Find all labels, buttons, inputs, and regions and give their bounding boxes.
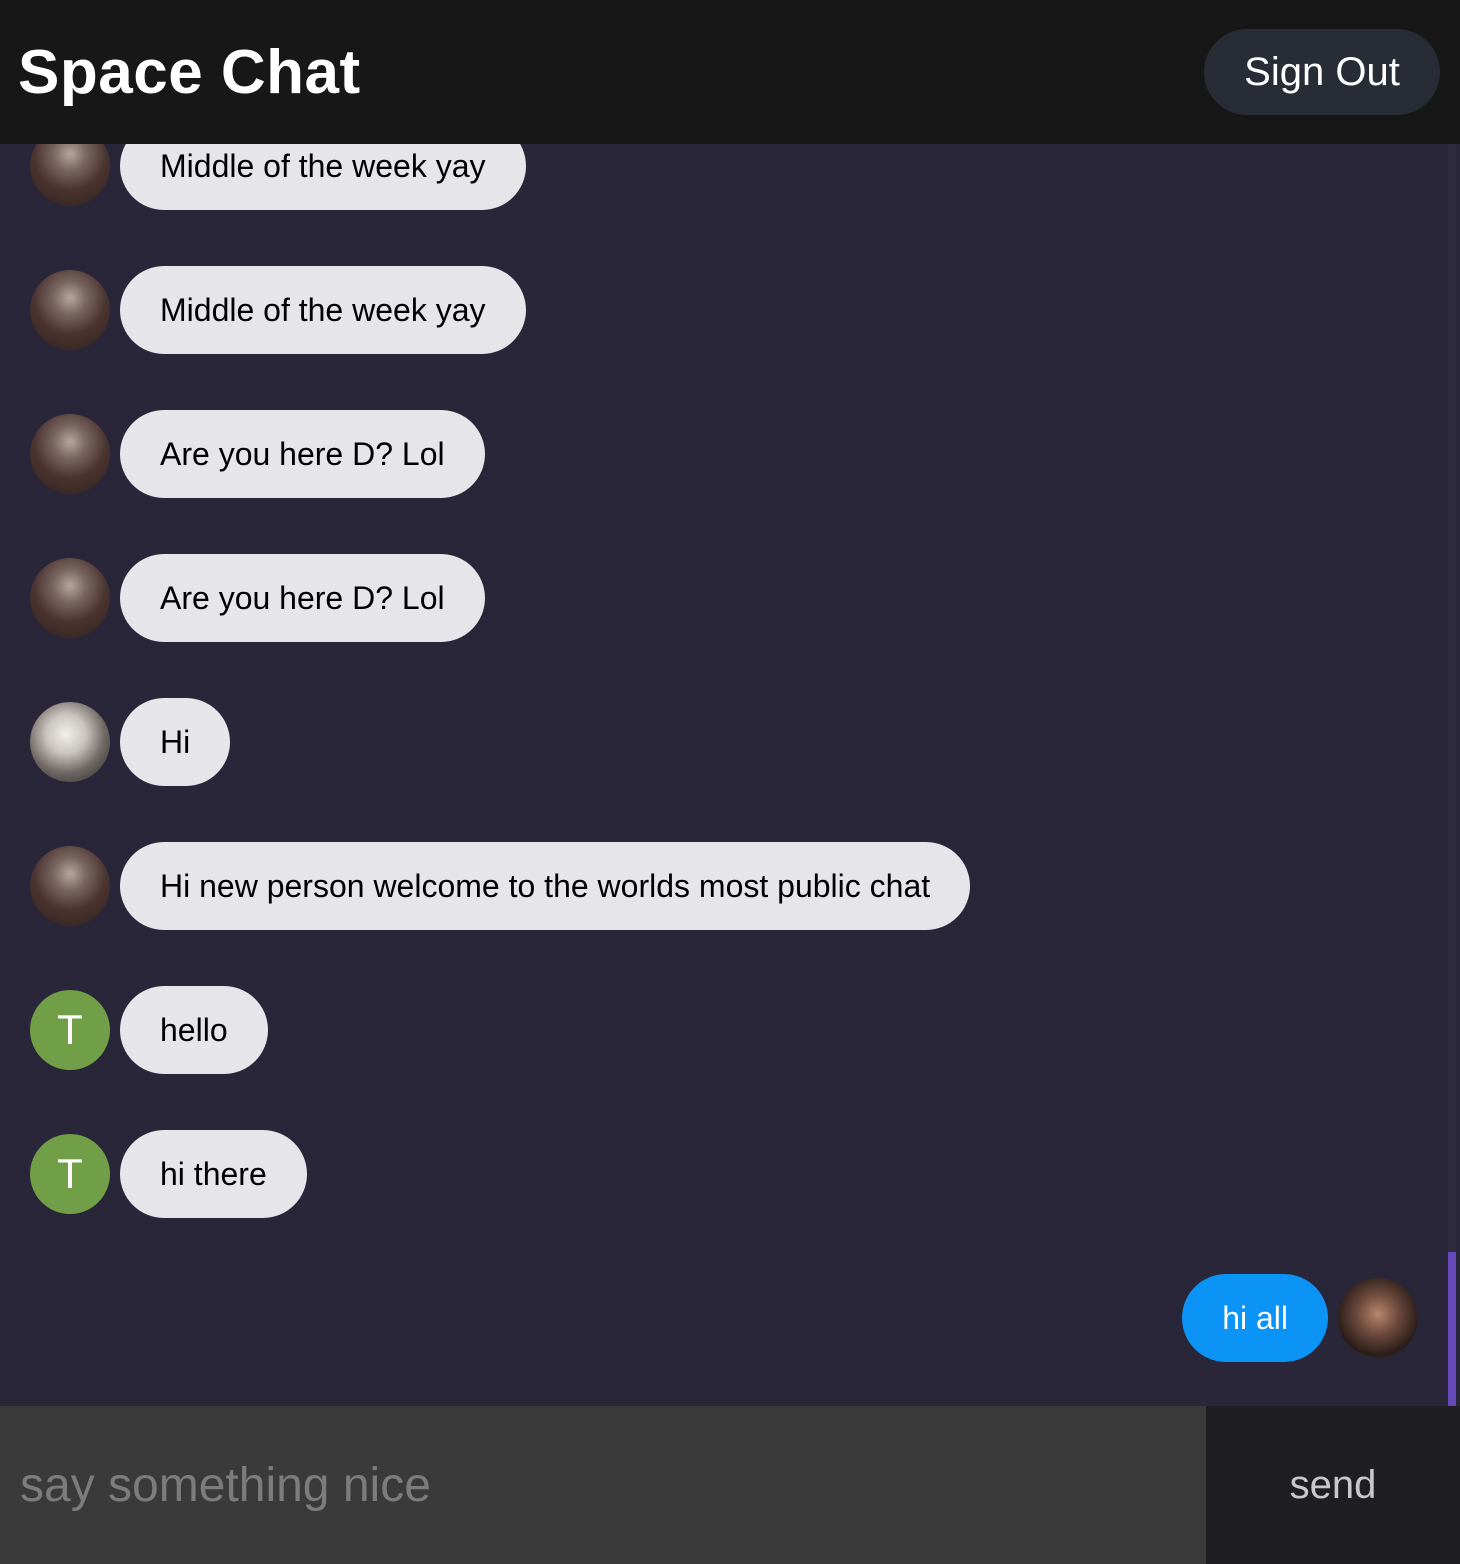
letter-avatar: T bbox=[30, 1134, 110, 1214]
message-row: Middle of the week yay bbox=[30, 144, 526, 210]
user-avatar bbox=[30, 414, 110, 494]
message-bubble: hi there bbox=[120, 1130, 307, 1218]
message-bubble: Are you here D? Lol bbox=[120, 554, 485, 642]
message-row: Are you here D? Lol bbox=[30, 410, 485, 498]
user-avatar bbox=[30, 846, 110, 926]
message-row: Middle of the week yay bbox=[30, 266, 526, 354]
user-avatar bbox=[30, 144, 110, 206]
message-bubble: Are you here D? Lol bbox=[120, 410, 485, 498]
message-bubble: Middle of the week yay bbox=[120, 144, 526, 210]
message-row: T hello bbox=[30, 986, 268, 1074]
message-row: Are you here D? Lol bbox=[30, 554, 485, 642]
user-avatar bbox=[30, 702, 110, 782]
message-bubble: Hi bbox=[120, 698, 231, 786]
scrollbar-thumb[interactable] bbox=[1448, 1252, 1456, 1406]
message-composer: send bbox=[0, 1406, 1460, 1564]
message-bubble: Hi new person welcome to the worlds most… bbox=[120, 842, 971, 930]
letter-avatar: T bbox=[30, 990, 110, 1070]
user-avatar bbox=[1338, 1278, 1418, 1358]
send-button[interactable]: send bbox=[1206, 1406, 1460, 1564]
scrollbar-track[interactable] bbox=[1448, 144, 1456, 1406]
message-list[interactable]: Middle of the week yay Middle of the wee… bbox=[0, 144, 1460, 1406]
message-row: T hi there bbox=[30, 1130, 307, 1218]
user-avatar bbox=[30, 270, 110, 350]
message-bubble: Middle of the week yay bbox=[120, 266, 526, 354]
message-bubble-sent: hi all bbox=[1182, 1274, 1328, 1362]
message-row: Hi bbox=[30, 698, 231, 786]
app-header: Space Chat Sign Out bbox=[0, 0, 1460, 144]
app-title: Space Chat bbox=[18, 37, 361, 107]
message-row: Hi new person welcome to the worlds most… bbox=[30, 842, 971, 930]
message-row-sent: hi all bbox=[1182, 1274, 1418, 1362]
message-input[interactable] bbox=[0, 1406, 1206, 1564]
message-bubble: hello bbox=[120, 986, 268, 1074]
user-avatar bbox=[30, 558, 110, 638]
sign-out-button[interactable]: Sign Out bbox=[1204, 29, 1440, 115]
